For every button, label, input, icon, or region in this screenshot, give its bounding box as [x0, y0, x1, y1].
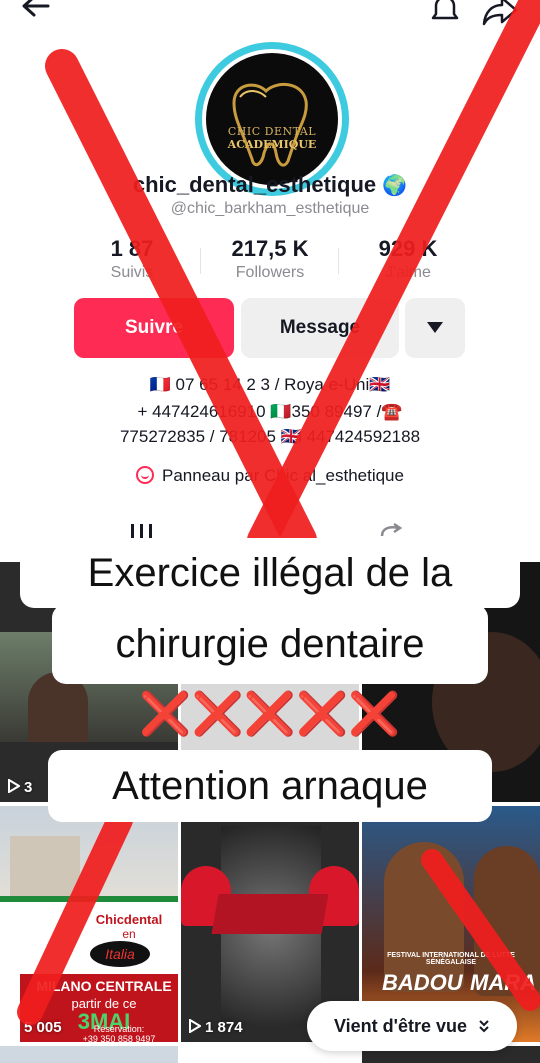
username-text: chic_dental_esthetique: [132, 172, 377, 197]
bio-line: 775272835 / 781205 🇬🇧 447424592188: [119, 427, 421, 446]
top-bar: [0, 0, 540, 30]
stat-likes-label: J'aime: [385, 264, 431, 281]
video-view-count: 3: [8, 778, 33, 796]
promo-italia: Italia: [90, 941, 150, 967]
video-view-count: 5 005: [8, 1018, 62, 1036]
warning-banner-line3: Attention arnaque: [48, 750, 492, 822]
showcase-label: Panneau par Chic al_esthetique: [162, 466, 404, 485]
stat-following-value: 1 87: [110, 236, 154, 261]
bio-line: 🇫🇷 07 65 14 2 3 / Roya e-Uni🇬🇧: [149, 375, 391, 394]
stat-followers[interactable]: 217,5 K Followers: [200, 236, 340, 282]
fest-name-right: MARA: [470, 970, 536, 995]
avatar[interactable]: CHIC DENTAL ACADEMIQUE: [206, 53, 338, 185]
follow-button[interactable]: Suivre: [74, 298, 234, 358]
video-thumbnail[interactable]: Chicdental en Italia MILANO CENTRALE par…: [0, 806, 178, 1042]
warning-banner-line2: chirurgie dentaire: [52, 604, 488, 684]
stat-following-label: Suivis: [110, 264, 154, 281]
fest-name-left: BADOU: [382, 970, 463, 995]
promo-title: Chicdental: [95, 912, 163, 927]
video-view-count: 1 874: [189, 1018, 243, 1036]
tooth-logo-icon: [232, 82, 308, 167]
stat-following[interactable]: 1 87 Suivis: [62, 236, 202, 282]
recently-viewed-button[interactable]: Vient d'être vue: [307, 1001, 517, 1051]
play-icon: [8, 1018, 21, 1034]
play-icon: [189, 1018, 202, 1034]
handle: @chic_barkham_esthetique: [170, 200, 370, 217]
red-cap-center: [211, 894, 329, 934]
message-button[interactable]: Message: [241, 298, 399, 358]
view-count-text: 3: [24, 779, 33, 796]
back-arrow-icon[interactable]: [18, 0, 54, 30]
stat-followers-value: 217,5 K: [231, 236, 309, 261]
stat-likes-value: 929 K: [378, 236, 438, 261]
showcase-link[interactable]: Panneau par Chic al_esthetique: [0, 466, 540, 486]
showcase-icon: [136, 466, 155, 484]
avatar-logo-line2: ACADEMIQUE: [227, 138, 317, 151]
warning-cross-marks: ❌❌❌❌❌: [139, 690, 401, 737]
dropdown-triangle-icon: [427, 322, 443, 333]
globe-icon: 🌍: [382, 175, 408, 197]
promo-city: MILANO CENTRALE: [36, 978, 172, 994]
recently-viewed-label: Vient d'être vue: [333, 1016, 467, 1036]
promo-reservation: Réservation:: [93, 1024, 145, 1034]
view-count-text: 1 874: [205, 1019, 243, 1036]
stat-followers-label: Followers: [235, 264, 305, 281]
stat-likes[interactable]: 929 K J'aime: [338, 236, 478, 282]
video-thumbnail[interactable]: [0, 1046, 178, 1063]
share-icon[interactable]: [480, 0, 520, 28]
suggested-accounts-button[interactable]: [405, 298, 465, 358]
avatar-logo-line1: CHIC DENTAL: [227, 125, 317, 138]
promo-phone: +39 350 858 9497: [82, 1034, 156, 1042]
warning-banner-line1: Exercice illégal de la: [20, 538, 520, 608]
username: chic_dental_esthetique 🌍: [0, 172, 540, 198]
play-icon: [8, 778, 21, 794]
bell-icon[interactable]: [428, 0, 462, 28]
promo-en: en: [122, 927, 136, 941]
view-count-text: 5 005: [24, 1019, 62, 1036]
fest-label: FESTIVAL INTERNATIONAL DE LUTTE SÉNÉGALA…: [387, 952, 515, 966]
avatar-border: CHIC DENTAL ACADEMIQUE: [202, 49, 342, 189]
chevron-double-down-icon: [479, 1020, 489, 1033]
bio-line: + 447424616910 🇮🇹350 89497 /☎️: [137, 402, 403, 421]
